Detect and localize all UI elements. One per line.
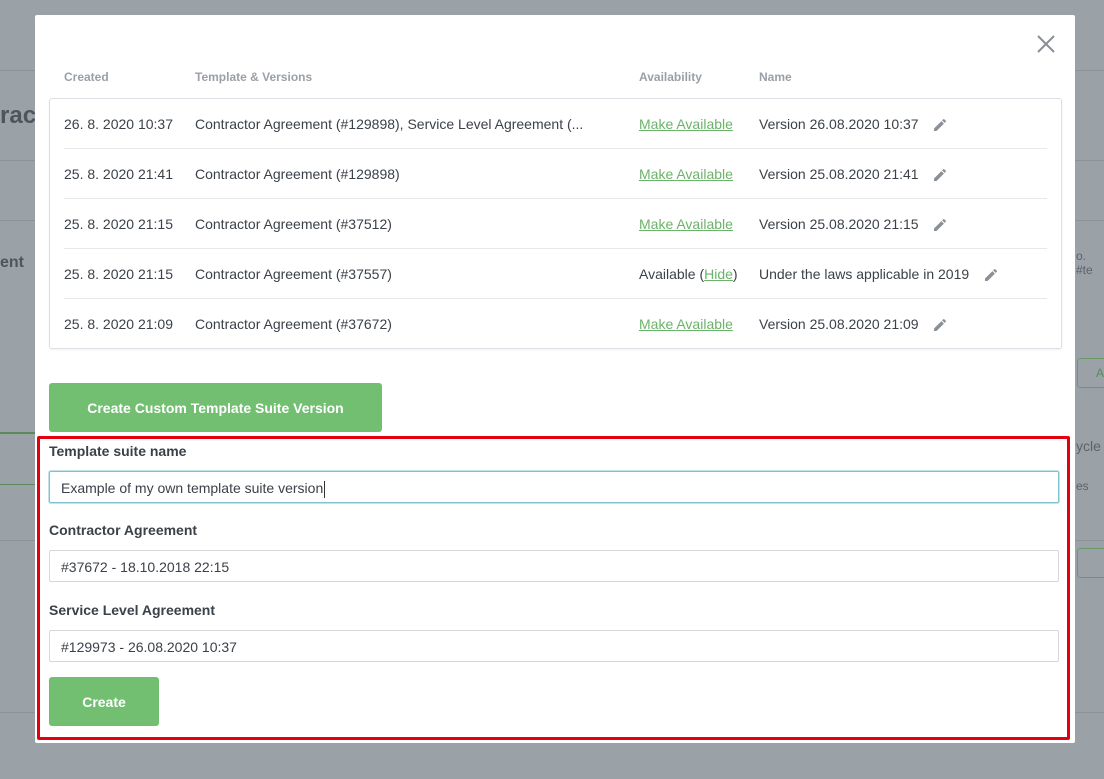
column-header-created[interactable]: Created: [64, 70, 109, 84]
template-cell: Contractor Agreement (#129898): [195, 166, 400, 182]
bg-text-fragment: o. #te: [1076, 249, 1093, 277]
bg-text-fragment: ycle: [1076, 438, 1101, 454]
pencil-icon[interactable]: [932, 167, 948, 183]
contractor-agreement-value: #37672 - 18.10.2018 22:15: [61, 559, 230, 575]
template-versions-modal: Created Template & Versions Availability…: [35, 15, 1075, 743]
name-cell: Version 25.08.2020 21:41: [759, 149, 948, 199]
sla-value: #129973 - 26.08.2020 10:37: [61, 639, 237, 655]
name-cell: Version 26.08.2020 10:37: [759, 99, 948, 149]
bg-text-fragment: es: [1076, 479, 1089, 493]
column-header-name[interactable]: Name: [759, 70, 792, 84]
template-cell: Contractor Agreement (#37557): [195, 266, 392, 282]
table-row: 25. 8. 2020 21:15 Contractor Agreement (…: [64, 199, 1047, 249]
suite-name-label: Template suite name: [49, 443, 187, 459]
template-cell: Contractor Agreement (#129898), Service …: [195, 116, 584, 132]
table-row: 25. 8. 2020 21:09 Contractor Agreement (…: [64, 299, 1047, 349]
create-button[interactable]: Create: [49, 677, 159, 726]
created-cell: 25. 8. 2020 21:15: [64, 266, 173, 282]
column-header-template[interactable]: Template & Versions: [195, 70, 312, 84]
close-button[interactable]: [1033, 31, 1059, 57]
created-cell: 26. 8. 2020 10:37: [64, 116, 173, 132]
table-row: 25. 8. 2020 21:15 Contractor Agreement (…: [64, 249, 1047, 299]
create-custom-version-button[interactable]: Create Custom Template Suite Version: [49, 383, 382, 432]
sla-label: Service Level Agreement: [49, 602, 216, 618]
bg-button: [1077, 548, 1104, 578]
make-available-link[interactable]: Make Available: [639, 149, 733, 199]
sla-select[interactable]: #129973 - 26.08.2020 10:37: [49, 630, 1059, 662]
template-cell: Contractor Agreement (#37512): [195, 216, 392, 232]
suite-name-input[interactable]: Example of my own template suite version: [49, 471, 1059, 503]
template-cell: Contractor Agreement (#37672): [195, 316, 392, 332]
version-name: Under the laws applicable in 2019: [759, 266, 970, 282]
pencil-icon[interactable]: [932, 217, 948, 233]
bg-heading-fragment: ent: [0, 254, 24, 271]
available-status-close: ): [732, 266, 738, 282]
bg-button: A: [1077, 358, 1104, 388]
make-available-link[interactable]: Make Available: [639, 299, 733, 349]
column-header-availability[interactable]: Availability: [639, 70, 702, 84]
versions-table: 26. 8. 2020 10:37 Contractor Agreement (…: [49, 98, 1062, 349]
version-name: Version 26.08.2020 10:37: [759, 116, 919, 132]
created-cell: 25. 8. 2020 21:41: [64, 166, 173, 182]
pencil-icon[interactable]: [932, 117, 948, 133]
pencil-icon[interactable]: [932, 317, 948, 333]
availability-cell: Available (Hide): [639, 249, 738, 299]
contractor-agreement-label: Contractor Agreement: [49, 522, 198, 538]
pencil-icon[interactable]: [983, 267, 999, 283]
hide-link[interactable]: Hide: [704, 266, 733, 282]
version-name: Version 25.08.2020 21:15: [759, 216, 919, 232]
name-cell: Under the laws applicable in 2019: [759, 249, 999, 299]
available-status: Available (: [639, 266, 705, 282]
bg-tab-indicator: [0, 432, 35, 434]
text-caret: [324, 480, 326, 498]
version-name: Version 25.08.2020 21:41: [759, 166, 919, 182]
close-icon: [1037, 35, 1055, 53]
make-available-link[interactable]: Make Available: [639, 199, 733, 249]
version-name: Version 25.08.2020 21:09: [759, 316, 919, 332]
suite-name-value: Example of my own template suite version: [61, 480, 324, 496]
table-row: 25. 8. 2020 21:41 Contractor Agreement (…: [64, 149, 1047, 199]
created-cell: 25. 8. 2020 21:15: [64, 216, 173, 232]
table-row: 26. 8. 2020 10:37 Contractor Agreement (…: [64, 99, 1047, 149]
name-cell: Version 25.08.2020 21:15: [759, 199, 948, 249]
make-available-link[interactable]: Make Available: [639, 99, 733, 149]
contractor-agreement-select[interactable]: #37672 - 18.10.2018 22:15: [49, 550, 1059, 582]
created-cell: 25. 8. 2020 21:09: [64, 316, 173, 332]
name-cell: Version 25.08.2020 21:09: [759, 299, 948, 349]
bg-tab-indicator: [0, 484, 35, 485]
